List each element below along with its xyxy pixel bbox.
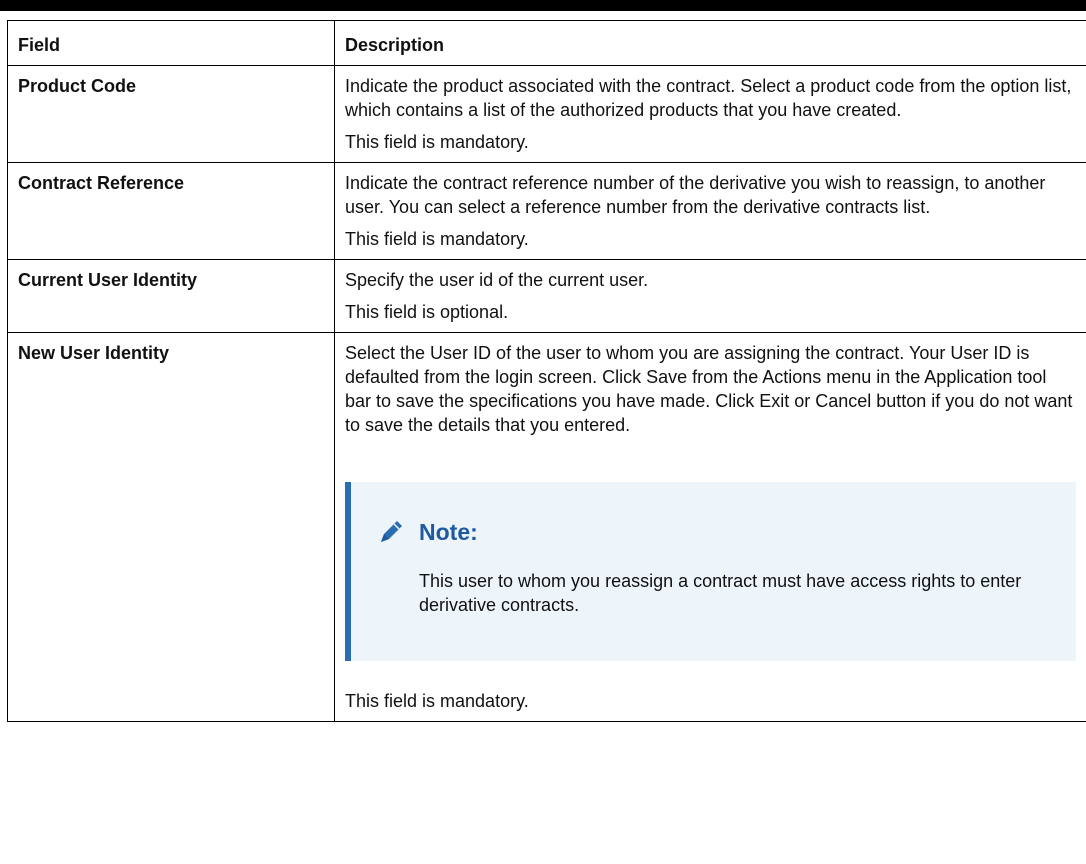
header-description: Description xyxy=(334,20,1086,66)
field-requirement: This field is mandatory. xyxy=(345,229,529,249)
field-name: New User Identity xyxy=(7,332,335,722)
note-heading: Note: xyxy=(375,516,1066,548)
field-name: Current User Identity xyxy=(7,259,335,333)
field-description-cell: Indicate the contract reference number o… xyxy=(334,162,1086,260)
field-description: Indicate the product associated with the… xyxy=(345,76,1072,120)
table-row: Product Code Indicate the product associ… xyxy=(7,65,1086,163)
field-requirement: This field is optional. xyxy=(345,302,509,322)
field-description-table: Field Description Product Code Indicate … xyxy=(7,20,1086,722)
pencil-icon xyxy=(375,516,407,548)
field-description: Specify the user id of the current user. xyxy=(345,270,649,290)
field-description-cell: Indicate the product associated with the… xyxy=(334,65,1086,163)
field-description-cell: Select the User ID of the user to whom y… xyxy=(334,332,1086,722)
field-description: Indicate the contract reference number o… xyxy=(345,173,1046,217)
note-title: Note: xyxy=(419,519,478,545)
top-rule xyxy=(0,0,1086,11)
document-page: Field Description Product Code Indicate … xyxy=(0,0,1086,864)
field-description-cell: Specify the user id of the current user.… xyxy=(334,259,1086,333)
field-name: Contract Reference xyxy=(7,162,335,260)
table-header-row: Field Description xyxy=(7,20,1086,66)
table-row: Current User Identity Specify the user i… xyxy=(7,259,1086,333)
table-row: Contract Reference Indicate the contract… xyxy=(7,162,1086,260)
header-field: Field xyxy=(7,20,335,66)
table-row: New User Identity Select the User ID of … xyxy=(7,332,1086,722)
field-requirement: This field is mandatory. xyxy=(345,132,529,152)
field-description: Select the User ID of the user to whom y… xyxy=(345,343,1073,435)
note-text: This user to whom you reassign a contrac… xyxy=(419,571,1022,615)
field-requirement: This field is mandatory. xyxy=(345,691,529,711)
field-name: Product Code xyxy=(7,65,335,163)
note-callout: Note: This user to whom you reassign a c… xyxy=(345,482,1076,661)
